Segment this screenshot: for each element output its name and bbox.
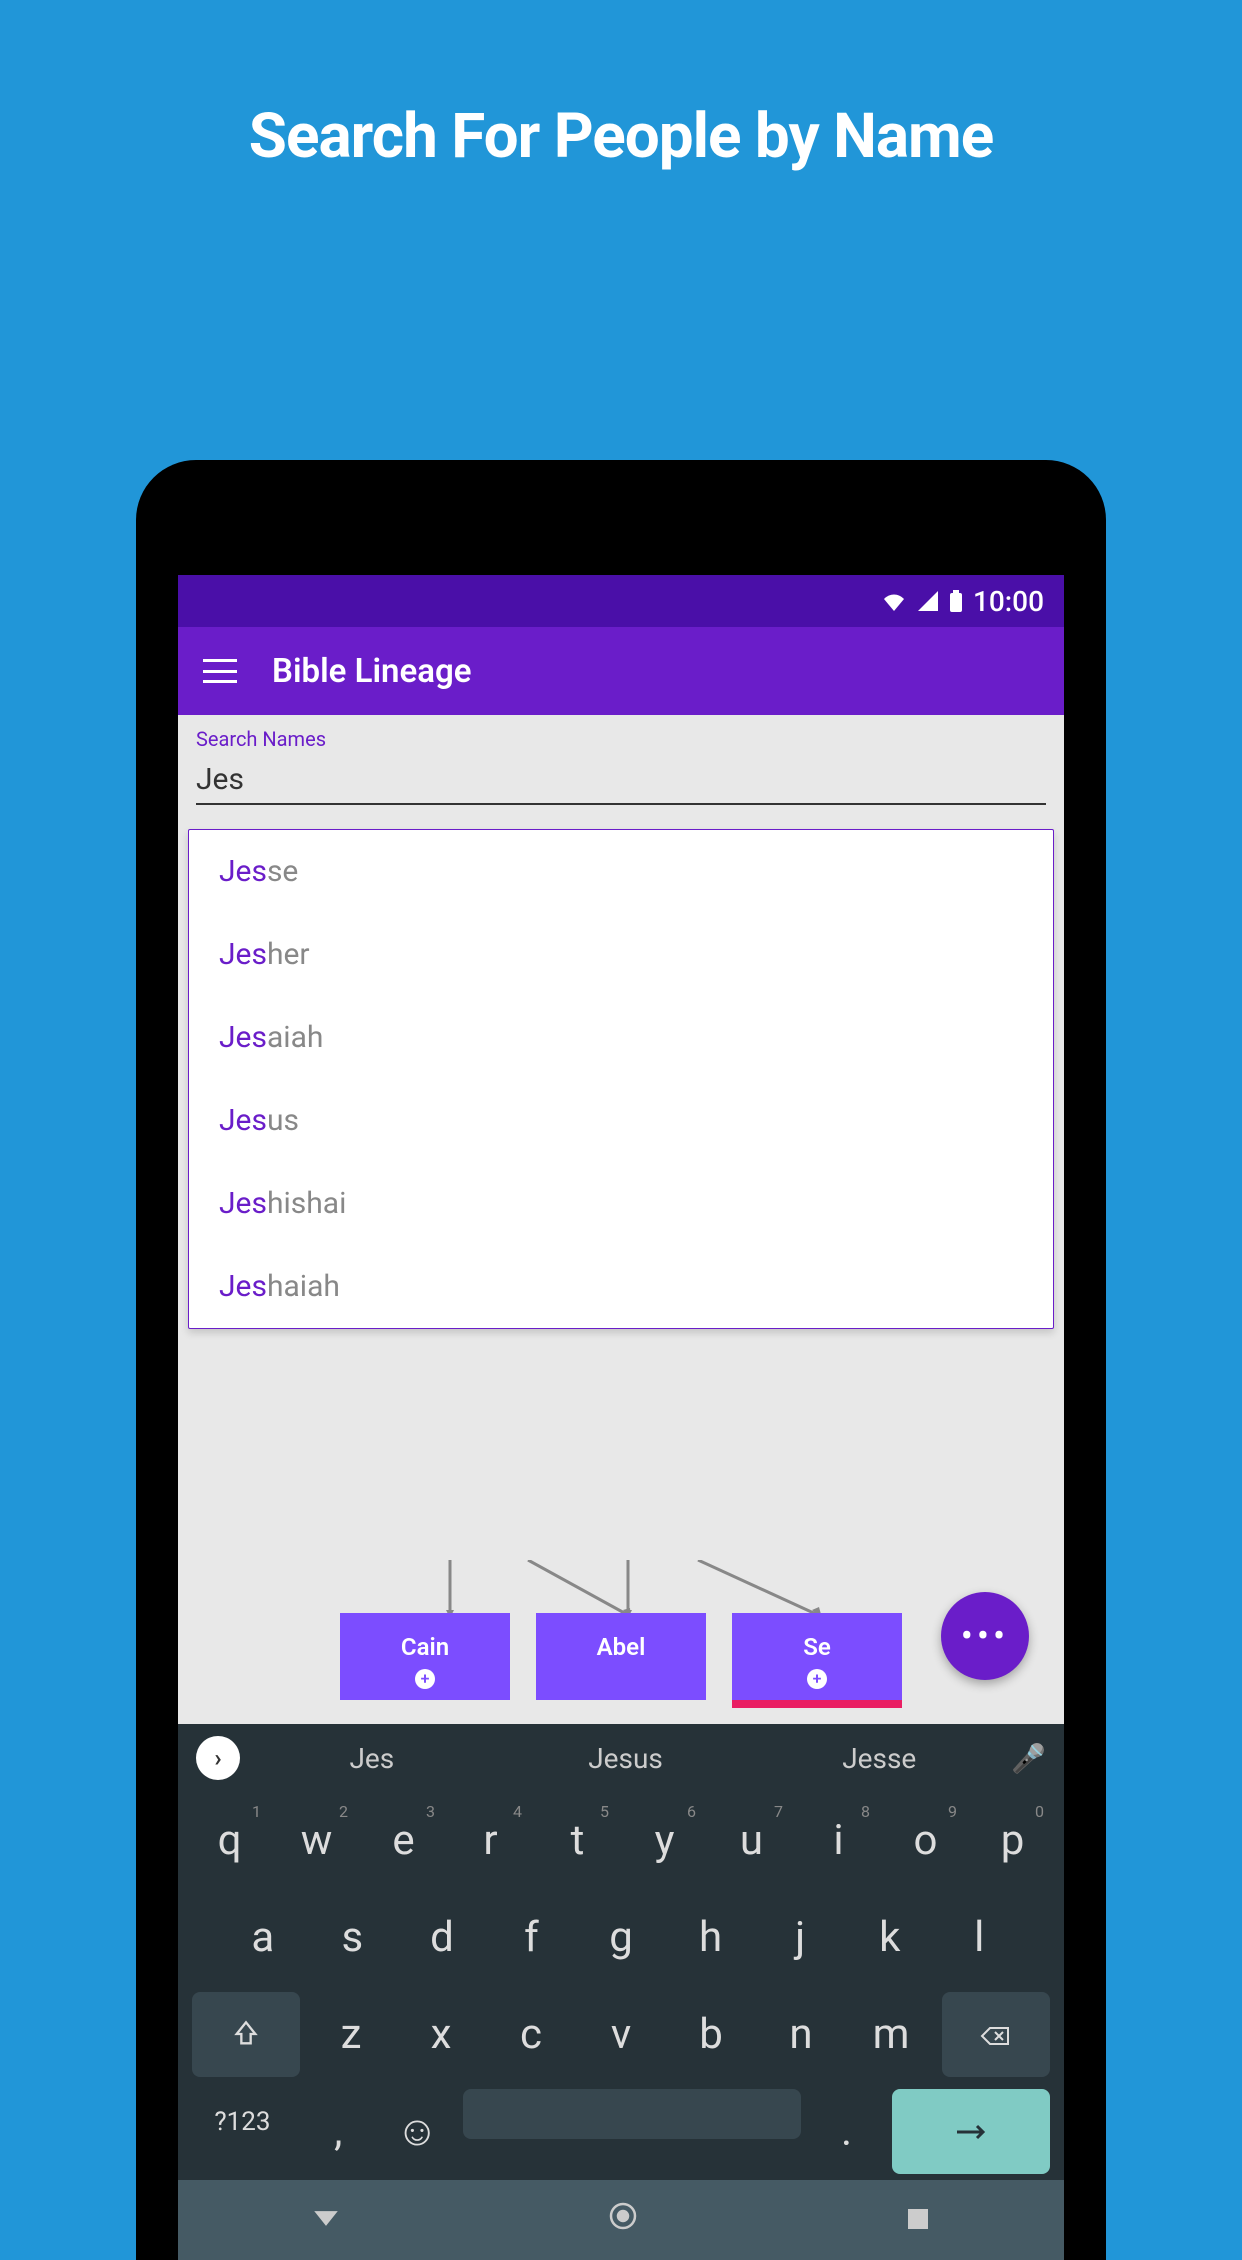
match-prefix: Jes [219,1103,267,1138]
node-name: Abel [546,1633,696,1661]
keyboard-key[interactable]: o9 [882,1798,969,1883]
period-key[interactable]: . [807,2089,886,2174]
dropdown-item[interactable]: Jesaiah [189,996,1053,1079]
match-suffix: haiah [267,1269,340,1304]
keyboard-row: asdfghjkl [178,1889,1064,1986]
search-input[interactable] [196,762,1046,797]
keyboard-key[interactable]: n [756,1992,846,2077]
keyboard-key[interactable]: k [845,1895,935,1980]
keyboard-key[interactable]: q1 [186,1798,273,1883]
match-suffix: se [267,854,298,889]
lineage-arrows [178,1560,1064,1620]
keyboard-key[interactable]: j [755,1895,845,1980]
app-title: Bible Lineage [272,652,471,691]
enter-key[interactable] [892,2089,1050,2174]
keyboard-key[interactable]: c [486,1992,576,2077]
keyboard-row: q1w2e3r4t5y6u7i8o9p0 [178,1792,1064,1889]
dropdown-item[interactable]: Jeshaiah [189,1245,1053,1328]
keyboard-key[interactable]: l [935,1895,1025,1980]
keyboard-suggestions: › Jes Jesus Jesse 🎤 [178,1724,1064,1792]
keyboard-expand-icon[interactable]: › [196,1736,240,1780]
keyboard-row: ?123 , ☺ . [178,2083,1064,2180]
nav-home-icon[interactable] [607,2200,639,2240]
node-name: Se [742,1633,892,1661]
keyboard-suggestion[interactable]: Jesus [504,1742,748,1775]
keyboard-row: zxcvbnm [178,1986,1064,2083]
status-bar: 10:00 [178,575,1064,627]
search-input-container [196,756,1046,805]
match-prefix: Jes [219,854,267,889]
signal-icon [917,591,939,611]
comma-key[interactable]: , [299,2089,378,2174]
dropdown-item[interactable]: Jesse [189,830,1053,913]
keyboard-key[interactable]: i8 [795,1798,882,1883]
fab-menu-button[interactable]: ••• [941,1592,1029,1680]
search-dropdown: Jesse Jesher Jesaiah Jesus Jeshishai Jes… [188,829,1054,1329]
keyboard-key[interactable]: g [576,1895,666,1980]
space-key[interactable] [463,2089,801,2139]
keyboard-key[interactable]: a [218,1895,308,1980]
screen: 10:00 Bible Lineage Search Names Jesse [178,575,1064,2260]
status-icons: 10:00 [881,585,1044,618]
status-time: 10:00 [973,585,1044,618]
nav-bar [178,2180,1064,2260]
match-prefix: Jes [219,1186,267,1221]
menu-icon[interactable] [203,659,237,683]
match-prefix: Jes [219,1020,267,1055]
shift-key[interactable] [192,1992,300,2077]
nav-back-icon[interactable] [312,2201,340,2239]
keyboard-key[interactable]: v [576,1992,666,2077]
promo-title: Search For People by Name [0,0,1242,173]
keyboard-key[interactable]: r4 [447,1798,534,1883]
keyboard-key[interactable]: e3 [360,1798,447,1883]
keyboard-key[interactable]: b [666,1992,756,2077]
keyboard-key[interactable]: w2 [273,1798,360,1883]
more-icon: ••• [961,1615,1009,1657]
keyboard-key[interactable]: s [308,1895,398,1980]
symbols-key[interactable]: ?123 [186,2089,299,2174]
match-suffix: her [267,937,310,972]
keyboard-key[interactable]: y6 [621,1798,708,1883]
keyboard-key[interactable]: f [487,1895,577,1980]
battery-icon [949,590,963,612]
mic-icon[interactable]: 🎤 [1011,1742,1046,1775]
search-label: Search Names [196,727,1046,751]
dropdown-item[interactable]: Jesus [189,1079,1053,1162]
keyboard-suggestion[interactable]: Jes [250,1742,494,1775]
backspace-key[interactable] [942,1992,1050,2077]
match-suffix: aiah [267,1020,323,1055]
lineage-node[interactable]: Abel [536,1613,706,1701]
dropdown-item[interactable]: Jesher [189,913,1053,996]
keyboard: › Jes Jesus Jesse 🎤 q1w2e3r4t5y6u7i8o9p0… [178,1724,1064,2260]
keyboard-key[interactable]: p0 [969,1798,1056,1883]
phone-frame: 10:00 Bible Lineage Search Names Jesse [136,460,1106,2260]
keyboard-key[interactable]: z [306,1992,396,2077]
keyboard-key[interactable]: h [666,1895,756,1980]
node-name: Cain [350,1633,500,1661]
match-suffix: us [267,1103,299,1138]
keyboard-key[interactable]: u7 [708,1798,795,1883]
search-section: Search Names [178,715,1064,817]
expand-icon: + [807,1669,827,1689]
lineage-nodes: Cain + Abel Se + [178,1613,1064,1701]
keyboard-key[interactable]: d [397,1895,487,1980]
keyboard-suggestion[interactable]: Jesse [757,1742,1001,1775]
lineage-node[interactable]: Cain + [340,1613,510,1701]
keyboard-key[interactable]: x [396,1992,486,2077]
expand-icon: + [415,1669,435,1689]
match-prefix: Jes [219,1269,267,1304]
app-bar: Bible Lineage [178,627,1064,715]
keyboard-key[interactable]: t5 [534,1798,621,1883]
lineage-node[interactable]: Se + [732,1613,902,1701]
match-prefix: Jes [219,937,267,972]
emoji-key[interactable]: ☺ [378,2089,457,2174]
keyboard-key[interactable]: m [846,1992,936,2077]
match-suffix: hishai [267,1186,346,1221]
wifi-icon [881,591,907,611]
nav-recent-icon[interactable] [906,2201,930,2239]
dropdown-item[interactable]: Jeshishai [189,1162,1053,1245]
